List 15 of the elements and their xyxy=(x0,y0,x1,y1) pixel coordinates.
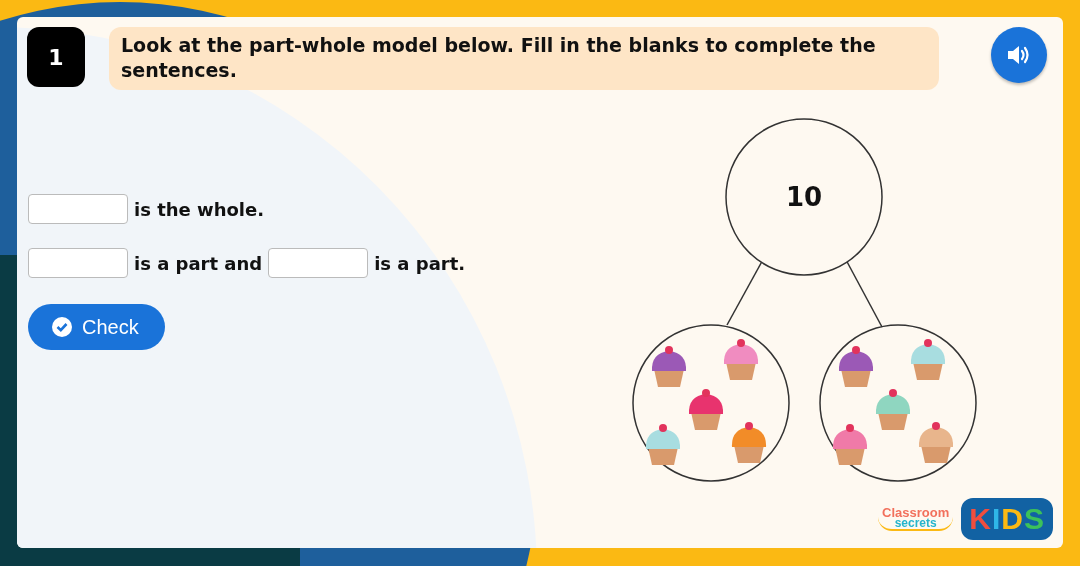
sentence-text: is a part and xyxy=(134,252,263,274)
check-button[interactable]: Check xyxy=(28,304,165,351)
kids-badge: KIDS xyxy=(961,498,1053,540)
question-text: Look at the part-whole model below. Fill in the blanks to complete the sentences. xyxy=(109,27,939,91)
logo-text: Classroom xyxy=(882,506,950,519)
answer-box[interactable] xyxy=(268,248,369,279)
answer-box[interactable] xyxy=(28,248,128,279)
answer-box[interactable] xyxy=(28,194,128,225)
sentence-text: is a part. xyxy=(374,252,466,274)
check-icon xyxy=(52,317,72,338)
sentence-text: is the whole. xyxy=(134,198,265,220)
question-number: 1 xyxy=(27,27,85,87)
logo-text: secrets xyxy=(894,518,937,530)
speaker-icon[interactable] xyxy=(991,27,1047,83)
whole-number: 10 xyxy=(785,182,823,213)
